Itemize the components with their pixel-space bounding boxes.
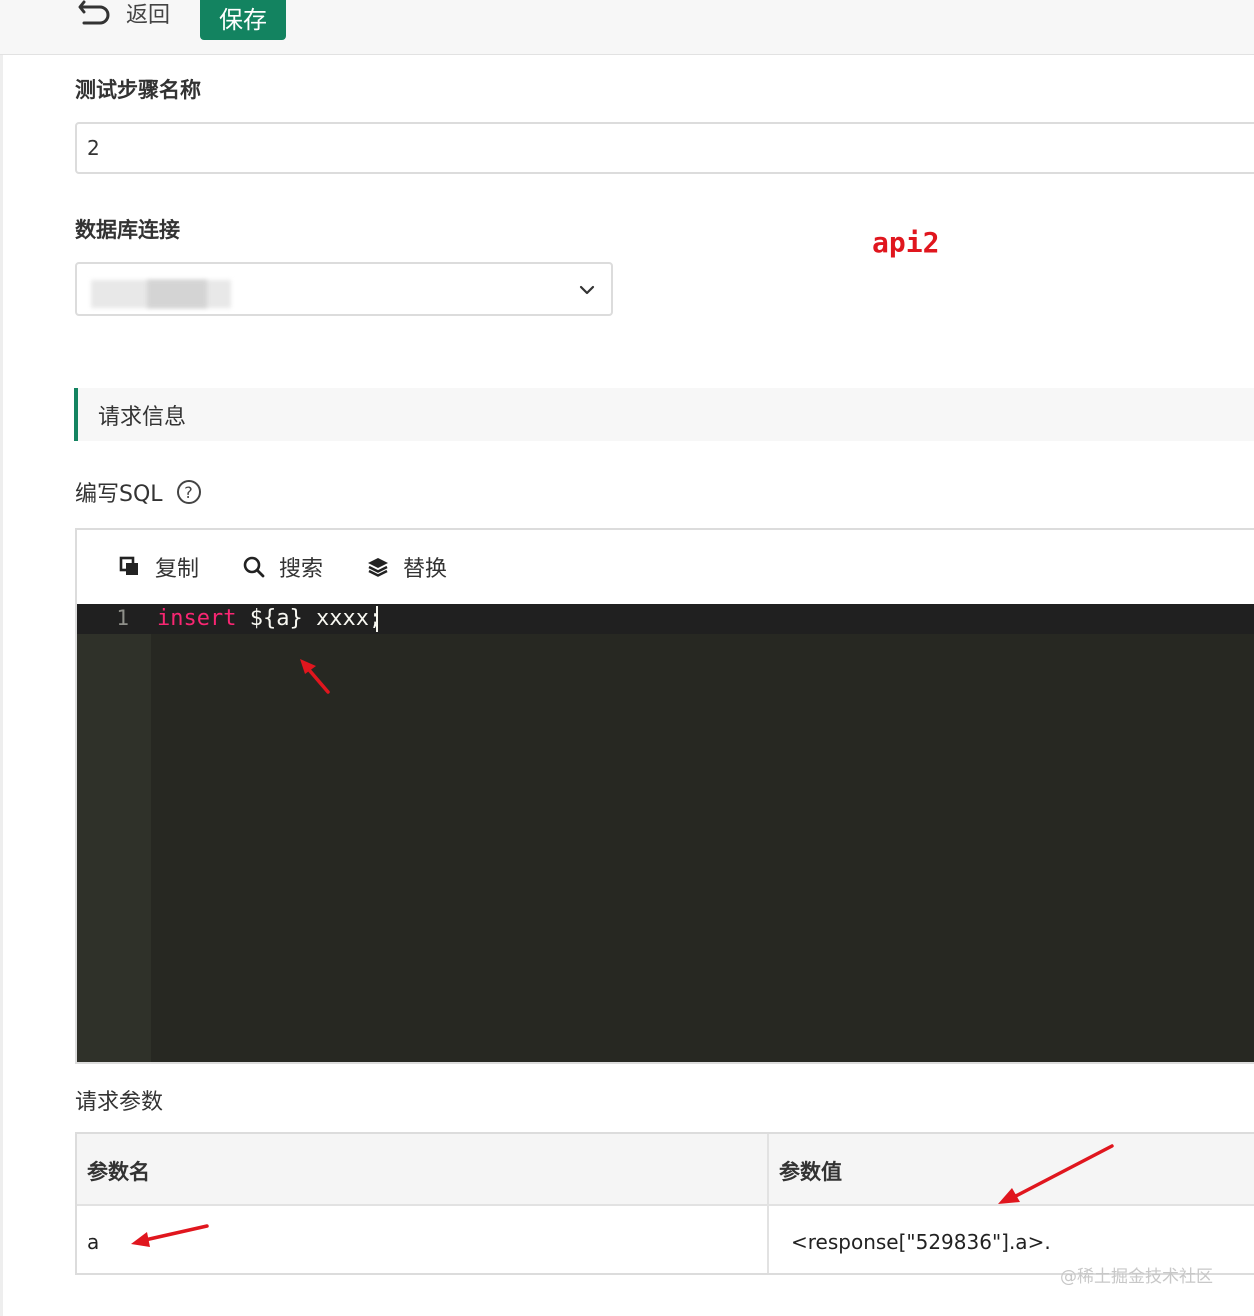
db-connection-label: 数据库连接 bbox=[75, 218, 180, 242]
param-name-cell[interactable]: a bbox=[87, 1230, 99, 1254]
top-bar: 返回 保存 bbox=[0, 0, 1254, 55]
column-header: 参数值 bbox=[779, 1160, 842, 1184]
search-button[interactable]: 搜索 bbox=[243, 550, 323, 584]
sql-editor: 复制 搜索 替换 1 insert ${a} xxxx; bbox=[75, 528, 1254, 1064]
copy-label: 复制 bbox=[155, 557, 200, 582]
red-arrow-annotation bbox=[998, 1144, 1114, 1204]
step-name-input[interactable]: 2 bbox=[75, 122, 1254, 174]
redacted-value bbox=[147, 280, 207, 308]
step-name-label: 测试步骤名称 bbox=[75, 78, 201, 102]
column-header: 参数名 bbox=[87, 1160, 150, 1184]
layers-icon bbox=[368, 558, 388, 577]
text-cursor bbox=[376, 606, 378, 632]
step-name-value: 2 bbox=[87, 136, 100, 160]
editor-toolbar: 复制 搜索 替换 bbox=[77, 530, 1254, 604]
help-icon[interactable]: ? bbox=[176, 480, 201, 504]
request-info-section: 请求信息 bbox=[74, 388, 1254, 441]
back-button[interactable]: 返回 bbox=[78, 0, 170, 30]
params-label: 请求参数 bbox=[75, 1090, 164, 1115]
back-arrow-icon bbox=[78, 0, 110, 25]
line-gutter bbox=[77, 604, 151, 1062]
annotation-label: api2 bbox=[872, 226, 940, 259]
red-arrow-annotation bbox=[300, 659, 330, 694]
red-arrow-annotation bbox=[131, 1224, 209, 1247]
code-line: insert ${a} xxxx; bbox=[157, 606, 382, 631]
left-edge bbox=[0, 0, 3, 1316]
chevron-down-icon bbox=[579, 285, 595, 295]
sql-label-row: 编写SQL ? bbox=[75, 476, 201, 508]
sql-label: 编写SQL bbox=[75, 482, 163, 507]
section-title: 请求信息 bbox=[98, 404, 187, 430]
copy-icon bbox=[119, 556, 138, 575]
watermark: @稀土掘金技术社区 bbox=[1060, 1267, 1213, 1287]
copy-button[interactable]: 复制 bbox=[119, 550, 199, 584]
param-value-cell[interactable]: <response["529836"].a>. bbox=[791, 1230, 1051, 1254]
replace-label: 替换 bbox=[403, 557, 448, 582]
line-number: 1 bbox=[116, 606, 129, 630]
sql-keyword: insert bbox=[157, 606, 237, 631]
back-label: 返回 bbox=[126, 3, 171, 28]
search-label: 搜索 bbox=[279, 557, 324, 582]
db-connection-select[interactable] bbox=[75, 262, 613, 316]
column-divider bbox=[767, 1134, 769, 1273]
search-icon bbox=[243, 556, 265, 578]
save-button[interactable]: 保存 bbox=[200, 0, 286, 40]
sql-code-rest: ${a} xxxx; bbox=[236, 606, 383, 631]
replace-button[interactable]: 替换 bbox=[367, 550, 447, 584]
code-area[interactable]: 1 insert ${a} xxxx; bbox=[77, 604, 1254, 1062]
